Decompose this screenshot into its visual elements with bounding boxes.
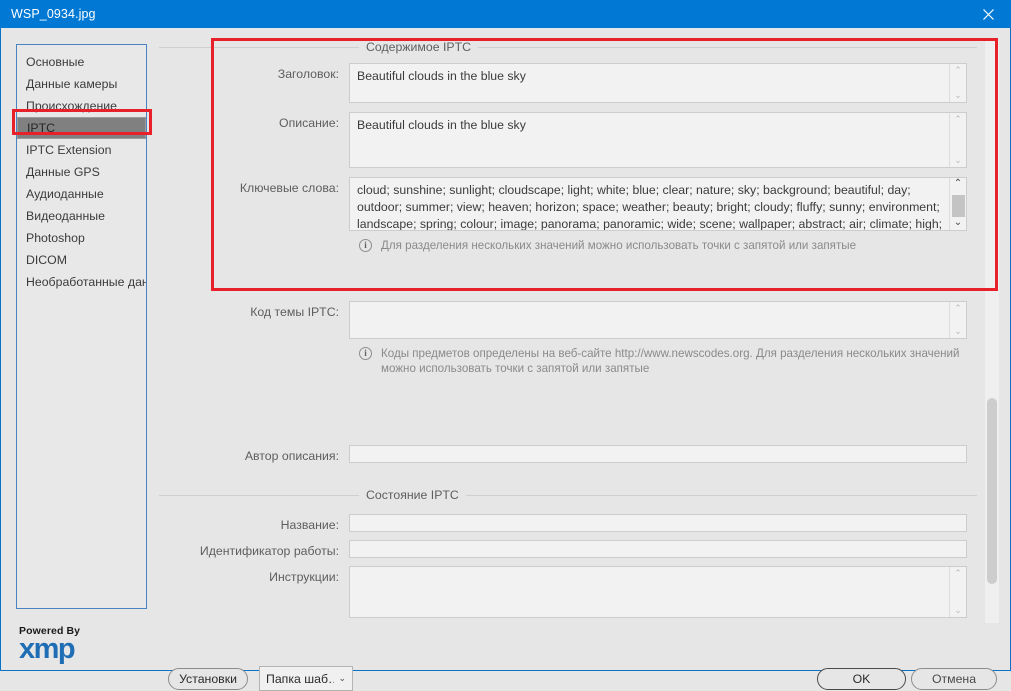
description-writer-label: Автор описания: xyxy=(244,449,339,463)
section-title: Состояние IPTC xyxy=(366,488,459,502)
section-header-iptc-status: Состояние IPTC xyxy=(159,488,977,502)
row-title: Название: xyxy=(159,514,977,532)
close-icon[interactable] xyxy=(965,0,1011,28)
sidebar-item-gps-data[interactable]: Данные GPS xyxy=(17,161,146,183)
chevron-down-icon[interactable]: ⌄ xyxy=(954,156,962,165)
headline-input[interactable]: Beautiful clouds in the blue sky xyxy=(349,63,967,103)
divider-right xyxy=(477,46,977,48)
section-title: Содержимое IPTC xyxy=(366,40,471,54)
keywords-hint: i Для разделения нескольких значений мож… xyxy=(359,238,969,253)
chevron-up-icon[interactable]: ⌃ xyxy=(954,569,962,578)
window-title: WSP_0934.jpg xyxy=(11,7,96,21)
sidebar-item-photoshop[interactable]: Photoshop xyxy=(17,227,146,249)
scroll-up-icon[interactable]: ⌃ xyxy=(954,178,962,191)
instructions-stepper[interactable]: ⌃ ⌄ xyxy=(949,567,966,617)
category-sidebar[interactable]: Основные Данные камеры Происхождение IPT… xyxy=(16,44,147,609)
headline-stepper[interactable]: ⌃ ⌄ xyxy=(949,64,966,102)
keywords-label: Ключевые слова: xyxy=(239,181,339,195)
instructions-input[interactable] xyxy=(349,566,967,618)
sidebar-item-raw-data[interactable]: Необработанные дан… xyxy=(17,271,146,293)
headline-label: Заголовок: xyxy=(277,67,339,81)
sidebar-item-audio-data[interactable]: Аудиоданные xyxy=(17,183,146,205)
scrollbar-thumb[interactable] xyxy=(952,195,965,217)
info-icon: i xyxy=(359,239,372,252)
metadata-dialog: Основные Данные камеры Происхождение IPT… xyxy=(0,28,1011,691)
divider-left xyxy=(159,46,359,48)
description-writer-input[interactable] xyxy=(349,445,967,463)
chevron-down-icon[interactable]: ⌄ xyxy=(954,327,962,336)
job-id-label: Идентификатор работы: xyxy=(199,544,339,558)
section-header-iptc-content: Содержимое IPTC xyxy=(159,40,977,54)
preferences-button[interactable]: Установки xyxy=(168,668,248,690)
chevron-up-icon[interactable]: ⌃ xyxy=(954,304,962,313)
template-folder-dropdown[interactable]: Папка шаб… ⌄ xyxy=(259,666,353,691)
sidebar-item-basic[interactable]: Основные xyxy=(17,51,146,73)
instructions-label: Инструкции: xyxy=(269,570,339,584)
row-description-writer: Автор описания: xyxy=(159,445,977,463)
title-input[interactable] xyxy=(349,514,967,532)
xmp-logo: Powered By xmp xyxy=(19,625,139,665)
divider-right xyxy=(465,494,977,496)
subject-code-label: Код темы IPTC: xyxy=(250,305,339,319)
row-job-id: Идентификатор работы: xyxy=(159,540,977,558)
chevron-down-icon[interactable]: ⌄ xyxy=(954,91,962,100)
subject-code-input[interactable] xyxy=(349,301,967,339)
cancel-button[interactable]: Отмена xyxy=(911,668,997,690)
row-keywords: Ключевые слова: cloud; sunshine; sunligh… xyxy=(159,177,977,231)
subject-code-hint-text: Коды предметов определены на веб-сайте h… xyxy=(381,347,960,375)
chevron-down-icon[interactable]: ⌄ xyxy=(334,673,346,684)
subject-code-stepper[interactable]: ⌃ ⌄ xyxy=(949,302,966,338)
description-stepper[interactable]: ⌃ ⌄ xyxy=(949,113,966,167)
chevron-down-icon[interactable]: ⌄ xyxy=(954,606,962,615)
sidebar-item-video-data[interactable]: Видеоданные xyxy=(17,205,146,227)
title-label: Название: xyxy=(280,518,339,532)
sidebar-item-iptc-ext[interactable]: IPTC Extension xyxy=(17,139,146,161)
panel-scrollbar[interactable] xyxy=(985,40,999,623)
info-icon: i xyxy=(359,347,372,360)
subject-code-hint: i Коды предметов определены на веб-сайте… xyxy=(359,346,969,376)
row-instructions: Инструкции: ⌃ ⌄ xyxy=(159,566,977,618)
sidebar-item-origin[interactable]: Происхождение xyxy=(17,95,146,117)
sidebar-item-iptc[interactable]: IPTC xyxy=(17,117,146,139)
window-titlebar: WSP_0934.jpg xyxy=(0,0,1011,28)
description-label: Описание: xyxy=(279,116,339,130)
keywords-input[interactable]: cloud; sunshine; sunlight; cloudscape; l… xyxy=(349,177,967,231)
row-description: Описание: Beautiful clouds in the blue s… xyxy=(159,112,977,168)
iptc-panel: Содержимое IPTC Заголовок: Beautiful clo… xyxy=(159,40,993,623)
keywords-scrollbar[interactable]: ⌃ ⌄ xyxy=(949,178,966,230)
scroll-down-icon[interactable]: ⌄ xyxy=(954,217,962,230)
scrollbar-track[interactable] xyxy=(950,191,966,217)
row-subject-code: Код темы IPTC: ⌃ ⌄ xyxy=(159,301,977,339)
chevron-up-icon[interactable]: ⌃ xyxy=(954,115,962,124)
panel-scrollbar-thumb[interactable] xyxy=(987,398,997,584)
job-id-input[interactable] xyxy=(349,540,967,558)
chevron-up-icon[interactable]: ⌃ xyxy=(954,66,962,75)
template-folder-label: Папка шаб… xyxy=(266,671,335,686)
description-input[interactable]: Beautiful clouds in the blue sky xyxy=(349,112,967,168)
keywords-hint-text: Для разделения нескольких значений можно… xyxy=(381,239,857,252)
xmp-wordmark: xmp xyxy=(19,633,76,665)
row-headline: Заголовок: Beautiful clouds in the blue … xyxy=(159,63,977,103)
sidebar-item-camera-data[interactable]: Данные камеры xyxy=(17,73,146,95)
ok-button[interactable]: OK xyxy=(817,668,906,690)
sidebar-item-dicom[interactable]: DICOM xyxy=(17,249,146,271)
divider-left xyxy=(159,494,359,496)
